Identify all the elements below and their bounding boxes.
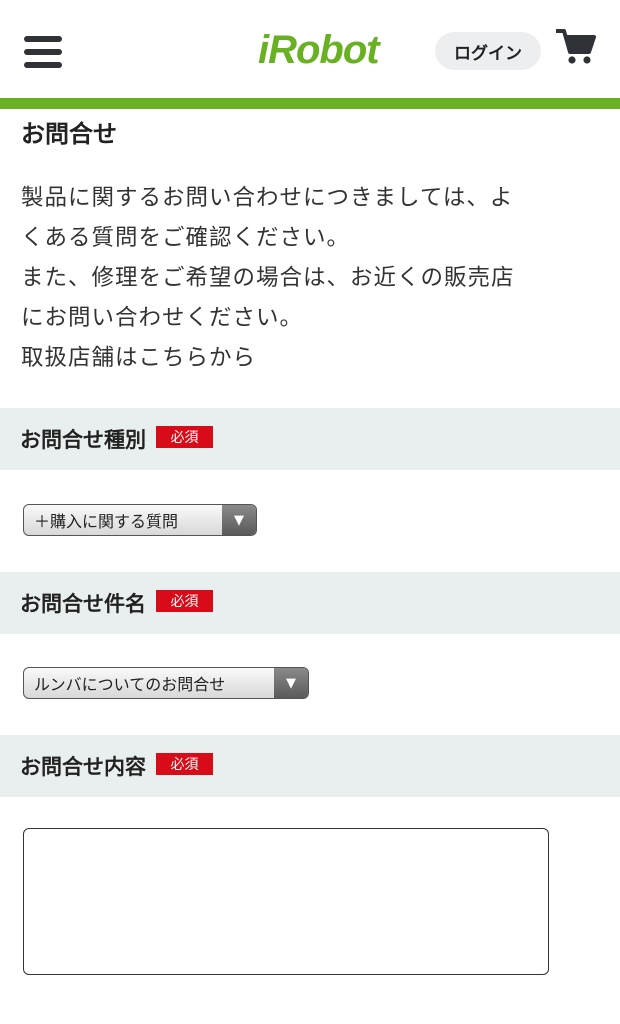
required-badge: 必須 <box>156 426 213 448</box>
inquiry-type-header: お問合せ種別 必須 <box>0 408 620 470</box>
hamburger-menu-icon[interactable] <box>24 36 62 68</box>
irobot-logo[interactable]: iRobot <box>258 28 380 72</box>
menu-bar <box>24 62 62 68</box>
inquiry-type-select[interactable]: ＋購入に関する質問 ▼ <box>23 504 257 536</box>
intro-line: くある質問をご確認ください。 <box>21 225 351 251</box>
intro-line: にお問い合わせください。 <box>21 305 304 331</box>
login-button[interactable]: ログイン <box>435 32 541 70</box>
header-accent-bar <box>0 98 620 109</box>
site-header: iRobot ログイン <box>0 0 620 98</box>
intro-text: 製品に関するお問い合わせにつきましては、よ くある質問をご確認ください。 また、… <box>21 178 596 378</box>
menu-bar <box>24 49 62 55</box>
menu-bar <box>24 36 62 42</box>
required-badge: 必須 <box>156 753 213 775</box>
cart-icon[interactable] <box>555 28 596 66</box>
inquiry-type-label: お問合せ種別 <box>20 428 146 452</box>
inquiry-content-textarea[interactable] <box>23 828 549 975</box>
inquiry-subject-header: お問合せ件名 必須 <box>0 572 620 634</box>
inquiry-content-header: お問合せ内容 必須 <box>0 735 620 797</box>
inquiry-type-value: ＋購入に関する質問 <box>34 512 179 531</box>
triangle-down-icon: ▼ <box>274 668 308 698</box>
intro-line: 製品に関するお問い合わせにつきましては、よ <box>21 185 514 211</box>
inquiry-subject-value: ルンバについてのお問合せ <box>34 675 226 694</box>
inquiry-subject-label: お問合せ件名 <box>20 592 146 616</box>
inquiry-subject-select[interactable]: ルンバについてのお問合せ ▼ <box>23 667 309 699</box>
store-link[interactable]: 取扱店舗はこちらから <box>21 338 596 378</box>
intro-line: また、修理をご希望の場合は、お近くの販売店 <box>21 265 515 291</box>
required-badge: 必須 <box>156 590 213 612</box>
inquiry-content-label: お問合せ内容 <box>20 755 146 779</box>
page-title: お問合せ <box>21 120 117 148</box>
triangle-down-icon: ▼ <box>222 505 256 535</box>
